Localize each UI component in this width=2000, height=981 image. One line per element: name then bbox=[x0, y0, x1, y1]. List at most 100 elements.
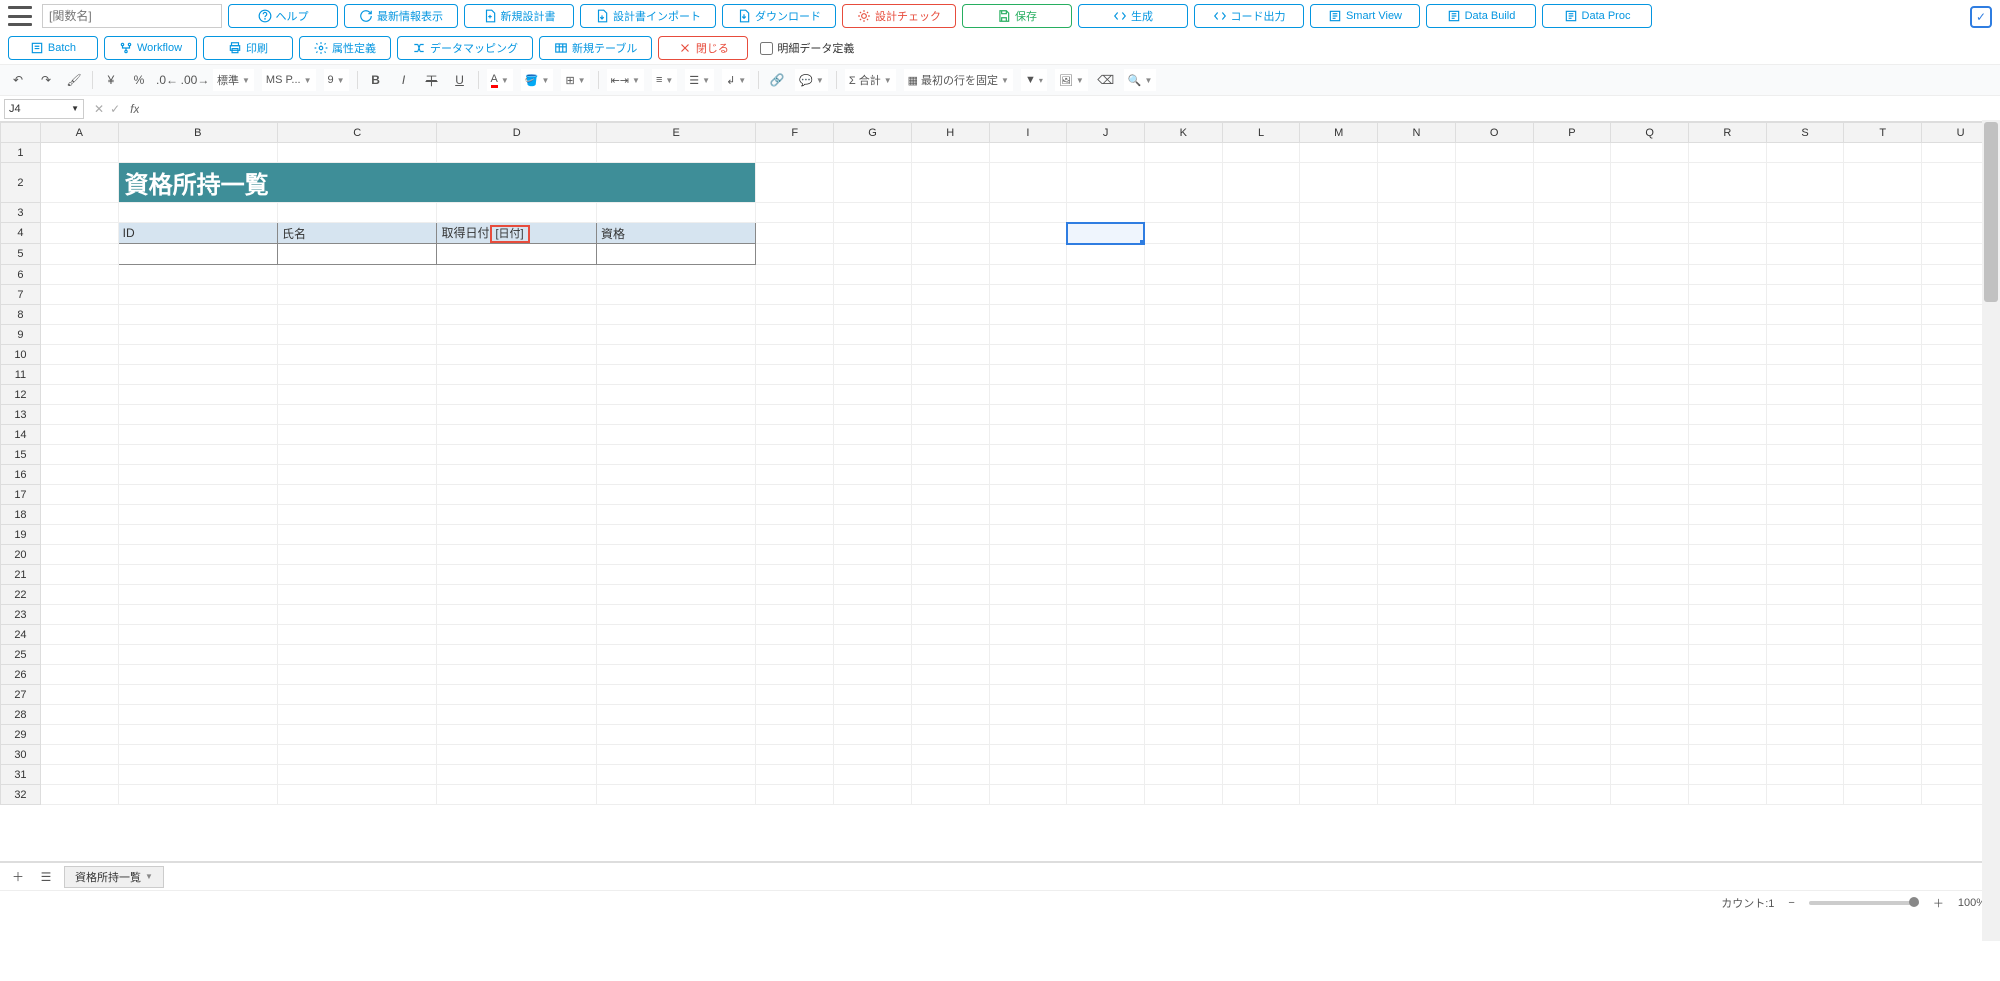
row-header[interactable]: 24 bbox=[1, 625, 41, 645]
grid-cell[interactable] bbox=[911, 485, 989, 505]
grid-cell[interactable] bbox=[596, 685, 755, 705]
col-header[interactable]: M bbox=[1300, 123, 1378, 143]
grid-cell[interactable] bbox=[1222, 163, 1300, 203]
code-output-button[interactable]: コード出力 bbox=[1194, 4, 1304, 28]
grid-cell[interactable] bbox=[437, 645, 597, 665]
grid-cell[interactable] bbox=[40, 665, 118, 685]
grid-cell[interactable] bbox=[989, 665, 1067, 685]
grid-cell[interactable] bbox=[278, 645, 437, 665]
link-icon[interactable]: 🔗 bbox=[767, 70, 787, 90]
grid-cell[interactable] bbox=[596, 545, 755, 565]
grid-cell[interactable] bbox=[1067, 605, 1145, 625]
grid-cell[interactable] bbox=[1455, 545, 1533, 565]
grid-cell[interactable] bbox=[437, 325, 597, 345]
grid-cell[interactable] bbox=[1844, 365, 1922, 385]
row-header[interactable]: 27 bbox=[1, 685, 41, 705]
grid-cell[interactable] bbox=[834, 765, 912, 785]
grid-cell[interactable] bbox=[1611, 365, 1689, 385]
grid-cell[interactable] bbox=[1300, 505, 1378, 525]
grid-cell[interactable] bbox=[1378, 345, 1456, 365]
grid-cell[interactable] bbox=[437, 525, 597, 545]
grid-cell[interactable] bbox=[1300, 163, 1378, 203]
grid-cell[interactable] bbox=[1144, 425, 1222, 445]
grid-cell[interactable] bbox=[118, 525, 277, 545]
grid-cell[interactable] bbox=[989, 485, 1067, 505]
grid-cell[interactable] bbox=[118, 545, 277, 565]
grid-cell[interactable] bbox=[1844, 565, 1922, 585]
grid-cell[interactable] bbox=[1844, 325, 1922, 345]
valign-dropdown[interactable]: ☰▼ bbox=[685, 69, 714, 91]
grid-cell[interactable] bbox=[1611, 405, 1689, 425]
grid-cell[interactable] bbox=[1455, 685, 1533, 705]
grid-cell[interactable] bbox=[1144, 445, 1222, 465]
grid-cell[interactable] bbox=[437, 585, 597, 605]
grid-cell[interactable] bbox=[1067, 385, 1145, 405]
grid-cell[interactable] bbox=[437, 365, 597, 385]
grid-cell[interactable] bbox=[596, 285, 755, 305]
grid-cell[interactable] bbox=[911, 345, 989, 365]
col-header[interactable]: N bbox=[1378, 123, 1456, 143]
row-header[interactable]: 29 bbox=[1, 725, 41, 745]
row-header[interactable]: 19 bbox=[1, 525, 41, 545]
grid-cell[interactable] bbox=[40, 565, 118, 585]
grid-cell[interactable] bbox=[989, 244, 1067, 265]
grid-cell[interactable] bbox=[1689, 365, 1767, 385]
grid-cell[interactable] bbox=[1766, 143, 1844, 163]
grid-cell[interactable] bbox=[1766, 485, 1844, 505]
grid-cell[interactable] bbox=[118, 645, 277, 665]
grid-cell[interactable] bbox=[1067, 505, 1145, 525]
grid-cell[interactable] bbox=[278, 565, 437, 585]
grid-cell[interactable] bbox=[1300, 465, 1378, 485]
grid-cell[interactable] bbox=[278, 725, 437, 745]
grid-cell[interactable] bbox=[1455, 625, 1533, 645]
grid-cell[interactable] bbox=[756, 705, 834, 725]
grid-cell[interactable] bbox=[756, 485, 834, 505]
grid-cell[interactable] bbox=[1844, 265, 1922, 285]
grid-cell[interactable] bbox=[1222, 745, 1300, 765]
underline-icon[interactable]: U bbox=[450, 70, 470, 90]
grid-cell[interactable] bbox=[1766, 405, 1844, 425]
grid-cell[interactable] bbox=[1067, 685, 1145, 705]
grid-cell[interactable] bbox=[1455, 585, 1533, 605]
vertical-scrollbar[interactable] bbox=[1982, 120, 2000, 941]
grid-cell[interactable] bbox=[756, 525, 834, 545]
fx-icon[interactable]: fx bbox=[126, 102, 139, 116]
grid-cell[interactable] bbox=[834, 305, 912, 325]
grid-cell[interactable] bbox=[1144, 785, 1222, 805]
grid-cell[interactable] bbox=[1766, 365, 1844, 385]
grid-cell[interactable] bbox=[437, 665, 597, 685]
grid-cell[interactable] bbox=[437, 485, 597, 505]
grid-cell[interactable] bbox=[437, 425, 597, 445]
col-header[interactable]: T bbox=[1844, 123, 1922, 143]
decimal-inc-icon[interactable]: .00→ bbox=[185, 70, 205, 90]
grid-cell[interactable] bbox=[1300, 425, 1378, 445]
grid-cell[interactable] bbox=[834, 525, 912, 545]
grid-cell[interactable] bbox=[1067, 705, 1145, 725]
grid-cell[interactable] bbox=[989, 445, 1067, 465]
grid-cell[interactable] bbox=[1844, 505, 1922, 525]
grid-cell[interactable] bbox=[118, 143, 277, 163]
grid-cell[interactable] bbox=[1689, 425, 1767, 445]
grid-cell[interactable] bbox=[40, 244, 118, 265]
grid-cell[interactable] bbox=[1300, 565, 1378, 585]
grid-cell[interactable] bbox=[1144, 725, 1222, 745]
row-header[interactable]: 16 bbox=[1, 465, 41, 485]
grid-cell[interactable] bbox=[1455, 345, 1533, 365]
grid-cell[interactable] bbox=[278, 445, 437, 465]
grid-cell[interactable] bbox=[40, 365, 118, 385]
smart-view-button[interactable]: Smart View bbox=[1310, 4, 1420, 28]
grid-cell[interactable] bbox=[1455, 244, 1533, 265]
grid-cell[interactable] bbox=[437, 345, 597, 365]
grid-cell[interactable] bbox=[1611, 585, 1689, 605]
table-data-cell[interactable] bbox=[437, 244, 597, 265]
grid-cell[interactable] bbox=[1844, 445, 1922, 465]
grid-cell[interactable] bbox=[1533, 485, 1611, 505]
grid-cell[interactable] bbox=[911, 365, 989, 385]
grid-cell[interactable] bbox=[1611, 545, 1689, 565]
grid-cell[interactable] bbox=[1533, 244, 1611, 265]
grid-cell[interactable] bbox=[118, 203, 277, 223]
grid-cell[interactable] bbox=[989, 265, 1067, 285]
fill-color-dropdown[interactable]: 🪣▼ bbox=[521, 69, 554, 91]
grid-cell[interactable] bbox=[1144, 465, 1222, 485]
grid-cell[interactable] bbox=[1455, 725, 1533, 745]
